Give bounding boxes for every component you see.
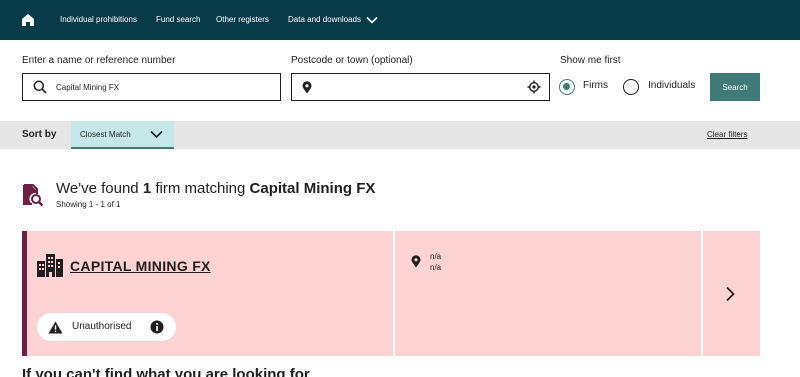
location-field-label: Postcode or town (optional) xyxy=(291,55,413,66)
individuals-radio[interactable] xyxy=(623,79,639,95)
individuals-radio-label: Individuals xyxy=(648,80,696,91)
info-icon[interactable] xyxy=(150,320,164,339)
show-first-label: Show me first xyxy=(560,55,621,66)
sort-bar: Sort by Closest Match Clear filters xyxy=(0,121,800,149)
help-heading: If you can't find what you are looking f… xyxy=(22,366,310,377)
nav-link-data-and-downloads[interactable]: Data and downloads xyxy=(288,0,378,40)
chevron-right-icon xyxy=(725,286,735,307)
name-search-input[interactable] xyxy=(56,74,266,100)
location-search-field[interactable] xyxy=(291,73,550,101)
top-nav: Individual prohibitions Fund search Othe… xyxy=(0,0,800,40)
name-field-label: Enter a name or reference number xyxy=(22,55,176,66)
location-pin-icon xyxy=(302,80,312,94)
card-open-button[interactable] xyxy=(703,231,760,356)
location-search-input[interactable] xyxy=(318,74,518,100)
nav-link-individual-prohibitions[interactable]: Individual prohibitions xyxy=(60,0,137,40)
sort-label: Sort by xyxy=(22,129,57,140)
locate-me-icon[interactable] xyxy=(527,80,541,94)
sort-selected-value: Closest Match xyxy=(80,130,131,139)
nav-link-label: Fund search xyxy=(156,15,201,24)
nav-link-fund-search[interactable]: Fund search xyxy=(156,0,200,40)
status-text: Unauthorised xyxy=(72,321,132,332)
firm-name-link[interactable]: CAPITAL MINING FX xyxy=(70,258,211,274)
chevron-down-icon xyxy=(150,130,163,139)
document-search-icon xyxy=(22,184,44,213)
address-line-1: n/a xyxy=(430,252,442,261)
results-heading: We've found 1 firm matching Capital Mini… xyxy=(56,180,376,197)
chevron-down-icon xyxy=(366,16,378,24)
nav-link-label: Individual prohibitions xyxy=(60,15,137,24)
name-search-field[interactable] xyxy=(22,73,281,101)
search-button[interactable]: Search xyxy=(710,73,760,101)
status-badge: Unauthorised xyxy=(37,313,176,341)
nav-link-label: Data and downloads xyxy=(288,15,361,24)
location-pin-icon xyxy=(411,255,421,273)
building-icon xyxy=(36,252,64,283)
firms-radio[interactable] xyxy=(559,79,575,95)
address-line-2: n/a xyxy=(430,263,442,272)
clear-filters-link[interactable]: Clear filters xyxy=(707,121,747,149)
home-icon[interactable] xyxy=(16,8,40,32)
sort-dropdown[interactable]: Closest Match xyxy=(71,121,174,149)
card-address-section: n/a n/a xyxy=(395,231,701,356)
result-card: CAPITAL MINING FX Unauthorised n/a n/a xyxy=(22,231,760,356)
search-icon xyxy=(33,80,47,94)
firms-radio-label: Firms xyxy=(583,80,608,91)
warning-icon xyxy=(48,321,63,339)
nav-link-label: Other registers xyxy=(216,15,269,24)
nav-link-other-registers[interactable]: Other registers xyxy=(216,0,269,40)
card-firm-section: CAPITAL MINING FX Unauthorised xyxy=(27,231,393,356)
results-count: Showing 1 - 1 of 1 xyxy=(56,200,121,209)
